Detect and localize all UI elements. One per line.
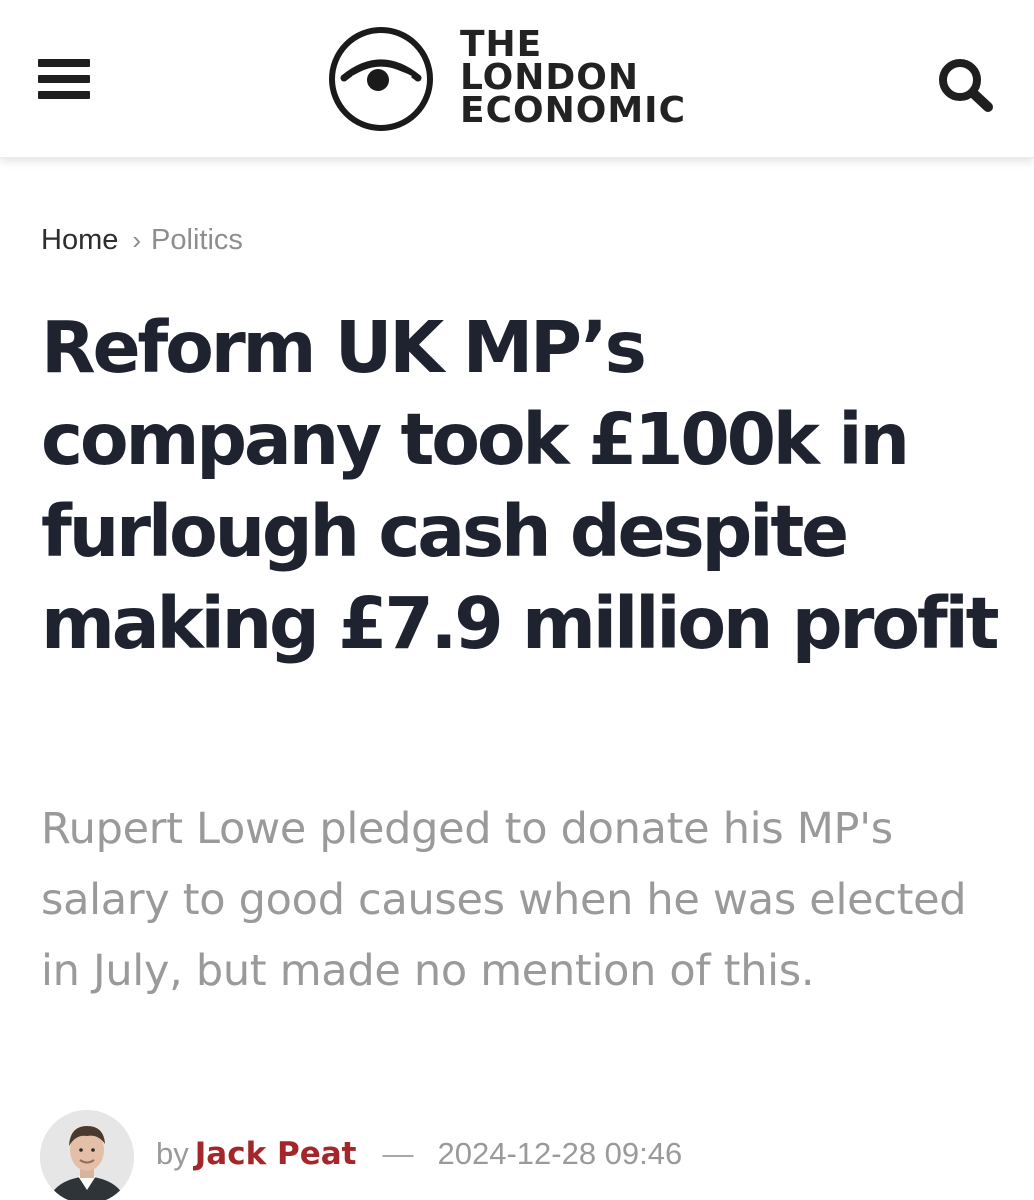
article-headline: Reform UK MP’s company took £100k in fur… [41,306,1000,665]
breadcrumb: Home › Politics [41,224,243,257]
hamburger-menu-icon[interactable] [38,56,92,102]
byline-by: by [156,1136,189,1171]
breadcrumb-home-link[interactable]: Home [41,224,118,256]
author-avatar[interactable] [40,1110,134,1200]
breadcrumb-politics-link[interactable]: Politics [151,224,243,256]
site-logo[interactable]: THE LONDON ECONOMIC [328,24,708,134]
publish-date: 2024-12-28 09:46 [437,1136,683,1171]
logo-wordmark: THE LONDON ECONOMIC [460,27,686,131]
author-link[interactable]: Jack Peat [195,1136,357,1172]
byline-text: by Jack Peat — 2024-12-28 09:46 [156,1136,682,1172]
byline-dash: — [382,1136,414,1171]
logo-line-3: ECONOMIC [460,90,686,131]
eye-icon [329,27,433,131]
breadcrumb-separator: › [132,225,142,255]
article-byline: by Jack Peat — 2024-12-28 09:46 [40,1110,1030,1200]
site-header: THE LONDON ECONOMIC [0,0,1034,158]
search-icon[interactable] [936,56,996,112]
article-standfirst: Rupert Lowe pledged to donate his MP's s… [41,804,967,996]
